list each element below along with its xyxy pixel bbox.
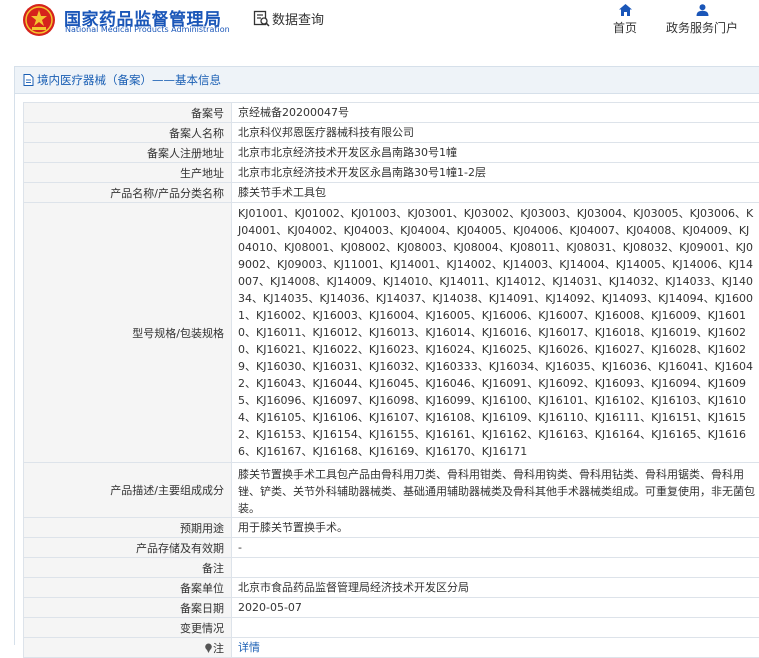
label-filing-no: 备案号 [24,103,232,123]
label-registrant: 备案人名称 [24,123,232,143]
label-change: 变更情况 [24,618,232,638]
value-intended-use: 用于膝关节置换手术。 [232,518,759,538]
value-filing-no: 京经械备20200047号 [232,103,759,123]
nav-home-label: 首页 [613,19,637,36]
row-description: 产品描述/主要组成成分 膝关节置换手术工具包产品由骨科用刀类、骨科用钳类、骨科用… [24,463,759,518]
row-product-name: 产品名称/产品分类名称 膝关节手术工具包 [24,183,759,203]
nav-service-portal-label: 政务服务门户 [666,19,738,36]
site-header: 国家药品监督管理局 National Medical Products Admi… [0,0,759,55]
value-model: KJ01001、KJ01002、KJ01003、KJ03001、KJ03002、… [232,203,759,463]
label-reg-address: 备案人注册地址 [24,143,232,163]
value-storage: - [232,538,759,558]
label-intended-use: 预期用途 [24,518,232,538]
row-registrant: 备案人名称 北京科仪邦恩医疗器械科技有限公司 [24,123,759,143]
label-filing-unit: 备案单位 [24,578,232,598]
label-storage: 产品存储及有效期 [24,538,232,558]
value-description: 膝关节置换手术工具包产品由骨科用刀类、骨科用钳类、骨科用钩类、骨科用钻类、骨科用… [232,463,759,518]
row-filing-date: 备案日期 2020-05-07 [24,598,759,618]
nav-service-portal[interactable]: 政务服务门户 [666,4,738,36]
details-link[interactable]: 详情 [238,641,260,654]
row-prod-address: 生产地址 北京市北京经济技术开发区永昌南路30号1幢1-2层 [24,163,759,183]
brand-subtitle: National Medical Products Administration [65,25,230,34]
breadcrumb-text: 境内医疗器械（备案）——基本信息 [37,72,221,88]
value-prod-address: 北京市北京经济技术开发区永昌南路30号1幢1-2层 [232,163,759,183]
pin-icon [204,643,213,653]
value-filing-unit: 北京市食品药品监督管理局经济技术开发区分局 [232,578,759,598]
label-model: 型号规格/包装规格 [24,203,232,463]
label-remark: 备注 [24,558,232,578]
data-query-icon [253,10,270,27]
row-filing-no: 备案号 京经械备20200047号 [24,103,759,123]
row-note: 注 详情 [24,638,759,658]
nav-home[interactable]: 首页 [613,4,637,36]
label-description: 产品描述/主要组成成分 [24,463,232,518]
data-query-link[interactable]: 数据查询 [253,9,324,28]
detail-panel: 境内医疗器械（备案）——基本信息 备案号 京经械备20200047号 备案人名称… [14,66,759,645]
value-remark [232,558,759,578]
record-table-wrap: 备案号 京经械备20200047号 备案人名称 北京科仪邦恩医疗器械科技有限公司… [23,102,759,658]
value-reg-address: 北京市北京经济技术开发区永昌南路30号1幢 [232,143,759,163]
user-icon [696,4,709,16]
row-reg-address: 备案人注册地址 北京市北京经济技术开发区永昌南路30号1幢 [24,143,759,163]
record-table: 备案号 京经械备20200047号 备案人名称 北京科仪邦恩医疗器械科技有限公司… [23,102,759,658]
row-intended-use: 预期用途 用于膝关节置换手术。 [24,518,759,538]
data-query-label: 数据查询 [272,9,324,28]
label-product-name: 产品名称/产品分类名称 [24,183,232,203]
label-prod-address: 生产地址 [24,163,232,183]
row-storage: 产品存储及有效期 - [24,538,759,558]
row-filing-unit: 备案单位 北京市食品药品监督管理局经济技术开发区分局 [24,578,759,598]
label-note-cell: 注 [24,638,232,658]
value-filing-date: 2020-05-07 [232,598,759,618]
home-icon [619,4,632,16]
label-filing-date: 备案日期 [24,598,232,618]
row-change: 变更情况 [24,618,759,638]
breadcrumb: 境内医疗器械（备案）——基本信息 [15,67,759,94]
row-model: 型号规格/包装规格 KJ01001、KJ01002、KJ01003、KJ0300… [24,203,759,463]
label-note: 注 [213,642,224,655]
value-product-name: 膝关节手术工具包 [232,183,759,203]
value-registrant: 北京科仪邦恩医疗器械科技有限公司 [232,123,759,143]
value-change [232,618,759,638]
document-icon [23,74,34,86]
value-note-cell: 详情 [232,638,759,658]
national-emblem-icon [22,3,56,37]
row-remark: 备注 [24,558,759,578]
